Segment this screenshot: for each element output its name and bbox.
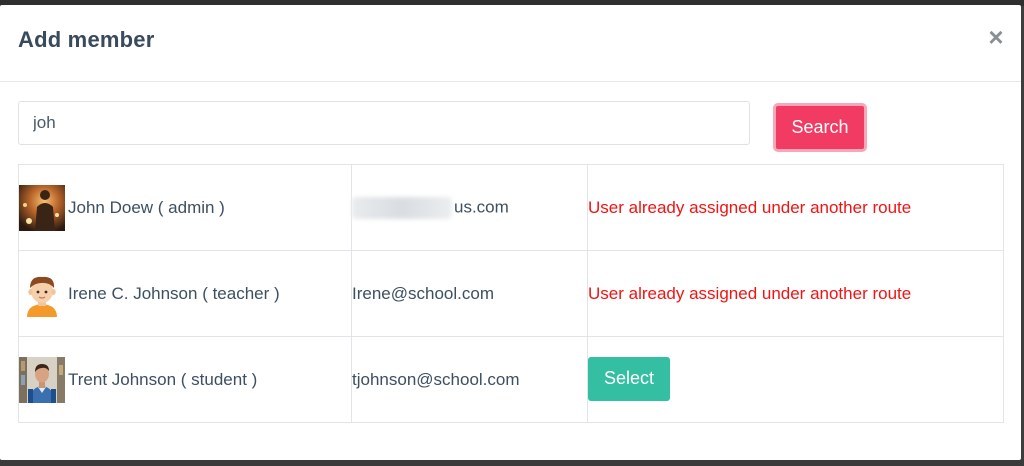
backdrop-bottom — [0, 460, 1024, 466]
name-cell: Trent Johnson ( student ) — [18, 336, 352, 423]
select-button[interactable]: Select — [588, 356, 670, 401]
search-button[interactable]: Search — [773, 103, 867, 152]
member-name: Trent Johnson ( student ) — [68, 369, 258, 389]
name-cell: John Doew ( admin ) — [18, 164, 352, 251]
email-cell: Irene@school.com — [351, 250, 588, 337]
member-email: Irene@school.com — [352, 283, 494, 303]
table-row: Irene C. Johnson ( teacher ) Irene@schoo… — [18, 250, 1004, 337]
member-name: Irene C. Johnson ( teacher ) — [68, 283, 280, 303]
modal-header: Add member × — [0, 5, 1021, 82]
modal-title: Add member — [18, 27, 155, 52]
search-bar: Search — [18, 101, 1008, 152]
member-name: John Doew ( admin ) — [68, 197, 225, 217]
redacted-email — [352, 196, 452, 219]
member-email: tjohnson@school.com — [352, 369, 520, 389]
status-message: User already assigned under another rout… — [588, 283, 912, 303]
student-photo-avatar-icon — [19, 356, 65, 403]
cartoon-boy-avatar-icon — [19, 270, 65, 317]
member-email: us.com — [454, 196, 509, 216]
search-input[interactable] — [18, 101, 750, 145]
email-cell: tjohnson@school.com — [351, 336, 588, 423]
photo-avatar-icon — [19, 184, 65, 231]
table-row: John Doew ( admin ) us.com User already … — [18, 164, 1004, 251]
results-table: John Doew ( admin ) us.com User already … — [18, 164, 1004, 423]
status-cell: User already assigned under another rout… — [587, 250, 1004, 337]
status-cell: User already assigned under another rout… — [587, 164, 1004, 251]
status-message: User already assigned under another rout… — [588, 197, 912, 217]
action-cell: Select — [587, 336, 1004, 423]
name-cell: Irene C. Johnson ( teacher ) — [18, 250, 352, 337]
table-row: Trent Johnson ( student ) tjohnson@schoo… — [18, 336, 1004, 423]
add-member-modal: Add member × Search — [0, 5, 1021, 460]
email-cell: us.com — [351, 164, 588, 251]
close-button[interactable]: × — [985, 24, 1007, 50]
